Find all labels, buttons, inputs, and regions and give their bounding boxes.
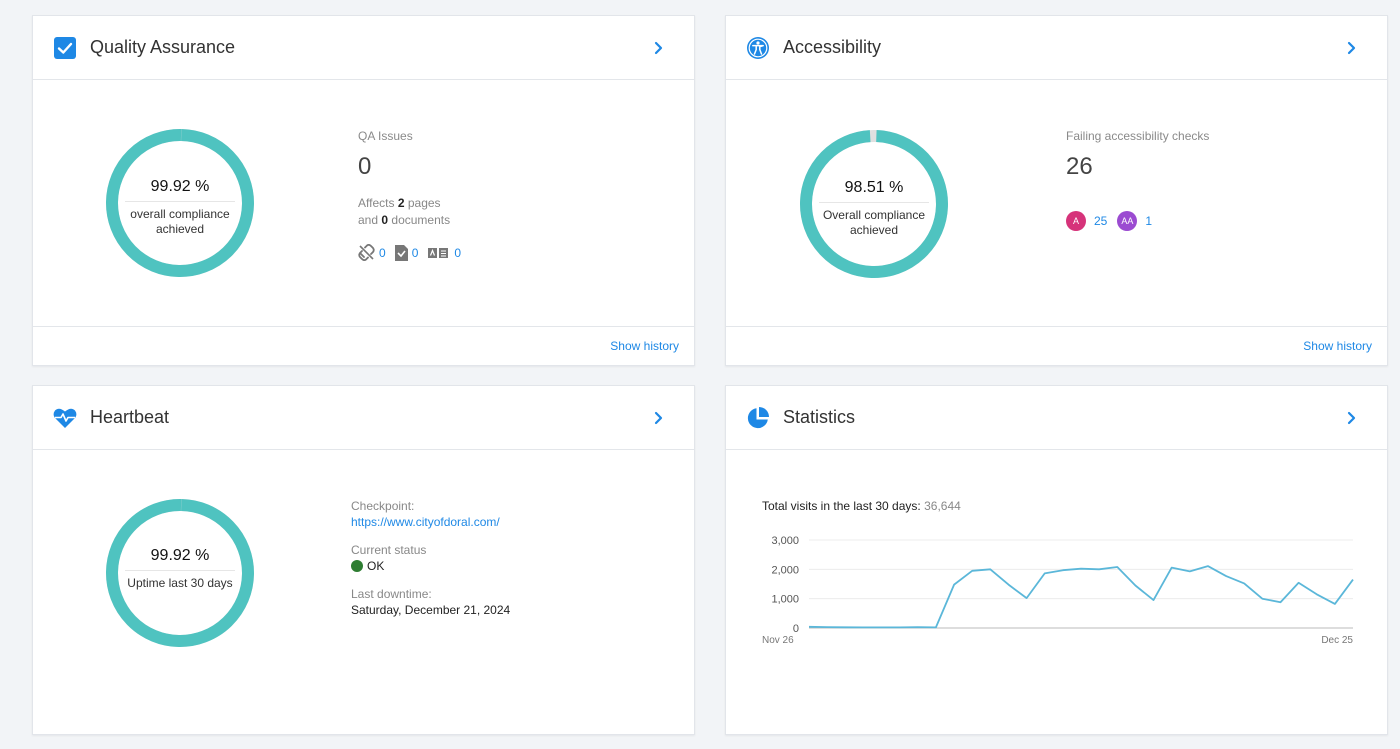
level-a-badge: A — [1066, 211, 1086, 231]
qa-readability-count[interactable]: 0 — [454, 246, 461, 260]
heart-pulse-icon — [53, 406, 77, 430]
status-dot-icon — [351, 560, 363, 572]
visits-value: 36,644 — [924, 499, 961, 513]
statistics-chevron-right-icon[interactable] — [1345, 408, 1359, 428]
readability-icon — [428, 247, 449, 259]
qa-broken-links-count[interactable]: 0 — [379, 246, 386, 260]
statistics-title: Statistics — [783, 407, 856, 427]
qa-show-history-link[interactable]: Show history — [610, 339, 679, 353]
chart-x-start-label: Nov 26 — [762, 635, 794, 646]
level-aa-badge: AA — [1117, 211, 1138, 231]
status-value: OK — [367, 559, 385, 573]
heartbeat-card-header: Heartbeat — [33, 386, 694, 450]
last-downtime-label: Last downtime: — [351, 587, 432, 601]
last-downtime-value: Saturday, December 21, 2024 — [351, 603, 511, 617]
broken-link-icon — [358, 244, 375, 261]
level-a-count[interactable]: 25 — [1094, 214, 1107, 228]
failing-checks-count: 26 — [1066, 153, 1093, 180]
status-label: Current status — [351, 543, 427, 557]
accessibility-compliance-label-2: achieved — [849, 223, 899, 237]
chart-y-tick-label: 0 — [793, 623, 799, 635]
chart-y-tick-label: 3,000 — [771, 535, 799, 547]
heartbeat-card: Heartbeat 99.92 % Uptime last 30 days Ch… — [32, 385, 695, 735]
statistics-card-header: Statistics — [726, 386, 1387, 450]
qa-affects-pages-suffix: pages — [407, 196, 441, 210]
uptime-donut: 99.92 % Uptime last 30 days — [105, 498, 255, 648]
accessibility-card-footer: Show history — [726, 326, 1387, 365]
heartbeat-title: Heartbeat — [90, 407, 170, 427]
uptime-label: Uptime last 30 days — [127, 576, 233, 590]
qa-compliance-percent: 99.92 % — [150, 178, 210, 195]
accessibility-compliance-label-1: Overall compliance — [822, 208, 926, 222]
accessibility-card: Accessibility 98.51 % Overall compliance… — [725, 15, 1388, 366]
level-aa-count[interactable]: 1 — [1145, 214, 1152, 228]
chart-y-tick-label: 1,000 — [771, 594, 799, 606]
chart-x-end-label: Dec 25 — [1321, 635, 1353, 646]
qa-issues-label: QA Issues — [358, 129, 413, 143]
qa-misspellings-count[interactable]: 0 — [412, 246, 419, 260]
document-spellcheck-icon — [394, 244, 408, 261]
qa-affects-prefix: Affects — [358, 196, 395, 210]
qa-affects-pages-count: 2 — [397, 196, 405, 210]
qa-compliance-label-1: overall compliance — [130, 207, 230, 221]
qa-card: Quality Assurance 99.92 % overall compli… — [32, 15, 695, 366]
accessibility-compliance-donut: 98.51 % Overall compliance achieved — [799, 129, 949, 279]
accessibility-title: Accessibility — [783, 37, 882, 57]
qa-issues-count: 0 — [358, 153, 372, 180]
qa-card-footer: Show history — [33, 326, 694, 365]
accessibility-person-icon — [746, 36, 770, 60]
accessibility-compliance-percent: 98.51 % — [844, 179, 904, 196]
qa-title: Quality Assurance — [90, 37, 236, 57]
heartbeat-chevron-right-icon[interactable] — [652, 408, 666, 428]
statistics-card: Statistics Total visits in the last 30 d… — [725, 385, 1388, 735]
qa-and-label: and — [358, 213, 379, 227]
accessibility-card-header: Accessibility — [726, 16, 1387, 80]
qa-compliance-donut: 99.92 % overall compliance achieved — [105, 128, 255, 278]
qa-affects-docs-count: 0 — [381, 213, 389, 227]
checkpoint-url-link[interactable]: https://www.cityofdoral.com/ — [351, 514, 510, 530]
failing-checks-label: Failing accessibility checks — [1066, 129, 1210, 143]
accessibility-show-history-link[interactable]: Show history — [1303, 339, 1372, 353]
checkbox-checked-icon — [53, 36, 77, 60]
qa-compliance-label-2: achieved — [155, 222, 205, 236]
visits-label: Total visits in the last 30 days: — [762, 499, 921, 513]
qa-affects-docs-suffix: documents — [391, 213, 451, 227]
qa-card-header: Quality Assurance — [33, 16, 694, 80]
visits-line-chart: 0 1,000 2,000 3,000 Nov 26 Dec 25 — [762, 535, 1354, 646]
uptime-percent: 99.92 % — [150, 547, 210, 564]
chart-series-line — [808, 565, 1354, 629]
chart-y-tick-label: 2,000 — [771, 564, 799, 576]
checkpoint-label: Checkpoint: — [351, 499, 415, 513]
accessibility-chevron-right-icon[interactable] — [1345, 38, 1359, 58]
pie-chart-icon — [746, 406, 770, 430]
qa-chevron-right-icon[interactable] — [652, 38, 666, 58]
